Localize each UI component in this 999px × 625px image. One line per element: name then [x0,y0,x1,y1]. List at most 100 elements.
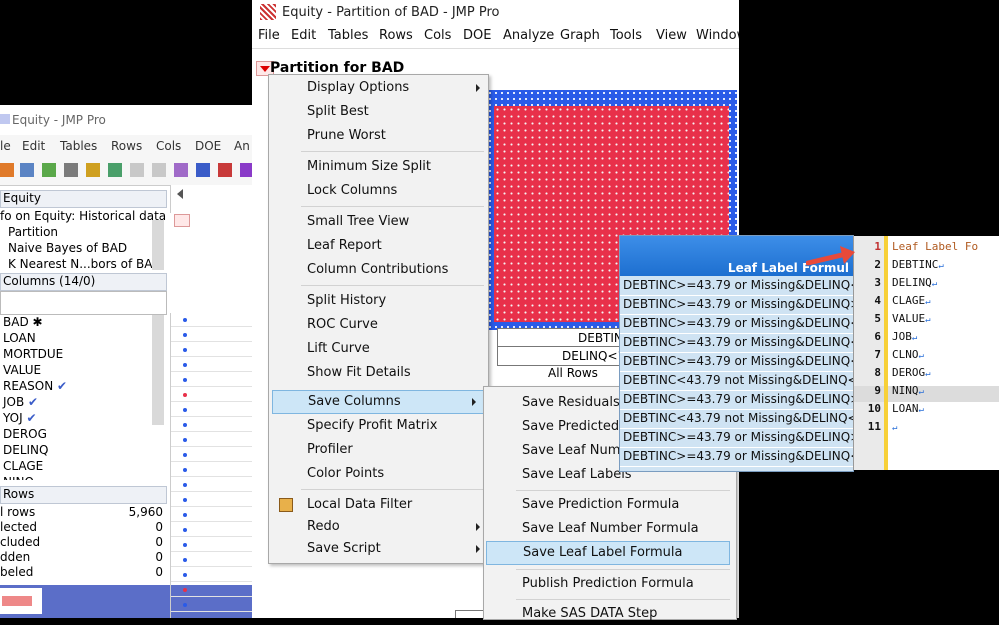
column-item[interactable]: MORTDUE [3,346,67,362]
table-cell[interactable]: DEBTINC>=43.79 or Missing&DELINQ<1 or [620,276,853,296]
menu-save-leaf-number-formula[interactable]: Save Leaf Number Formula [484,518,736,540]
menu-doe[interactable]: DOE [195,139,221,153]
menu-rows[interactable]: Rows [379,28,413,43]
collapse-arrow-icon[interactable] [177,189,183,199]
menu-specify-profit-matrix[interactable]: Specify Profit Matrix [269,415,488,437]
row-marker-dot[interactable] [183,468,187,472]
table-icon[interactable] [20,163,34,177]
menu-file[interactable]: File [258,28,280,43]
script-knn[interactable]: K Nearest N...bors of BAD [0,256,166,272]
row-marker-dot[interactable] [183,483,187,487]
menu-file[interactable]: le [0,139,11,153]
row-marker-dot[interactable] [183,528,187,532]
menu-cols[interactable]: Cols [156,139,181,153]
menu-doe[interactable]: DOE [463,28,491,43]
menu-tables[interactable]: Tables [328,28,368,43]
code-line[interactable]: DEBTINC↵ [892,258,944,271]
code-line[interactable]: ↵ [892,420,897,433]
menu-cols[interactable]: Cols [424,28,451,43]
table-cell[interactable]: DEBTINC>=43.79 or Missing&DELINQ>=1 [620,390,853,410]
menu-tools[interactable]: Tools [610,28,642,43]
thumbnail-preview[interactable] [0,588,42,614]
code-line[interactable]: LOAN↵ [892,402,924,415]
row-marker-dot[interactable] [183,513,187,517]
menu-column-contributions[interactable]: Column Contributions [269,259,488,281]
row-marker-dot[interactable] [183,423,187,427]
menu-split-best[interactable]: Split Best [269,101,488,123]
menu-edit[interactable]: Edit [291,28,316,43]
menu-minimum-size-split[interactable]: Minimum Size Split [269,156,488,178]
row-marker-dot[interactable] [183,408,187,412]
table-info-item[interactable]: fo on Equity: Historical data [0,208,166,224]
column-item[interactable]: DELINQ [3,442,67,458]
menu-analyze[interactable]: Analyze [503,28,554,43]
rows-icon[interactable] [42,163,56,177]
row-marker-dot[interactable] [183,333,187,337]
column-item[interactable]: NINQ [3,474,67,480]
code-line[interactable]: DELINQ↵ [892,276,937,289]
table-cell[interactable]: DEBTINC>=43.79 or Missing&DELINQ<1 or [620,447,853,467]
column-item[interactable]: CLAGE [3,458,67,474]
menu-profiler[interactable]: Profiler [269,439,488,461]
table-cell[interactable]: DEBTINC<43.79 not Missing&DELINQ<1 or [620,409,853,429]
menu-roc-curve[interactable]: ROC Curve [269,314,488,336]
menu-save-columns[interactable]: Save Columns [272,390,485,414]
menu-save-prediction-formula[interactable]: Save Prediction Formula [484,494,736,516]
script-icon[interactable] [174,163,188,177]
menu-leaf-report[interactable]: Leaf Report [269,235,488,257]
columns-panel-header[interactable]: Columns (14/0) [0,273,167,291]
row-marker-dot[interactable] [183,363,187,367]
column-filter-box[interactable] [0,291,167,315]
code-line[interactable]: VALUE↵ [892,312,931,325]
menu-make-sas-data-step[interactable]: Make SAS DATA Step [484,603,736,625]
menu-view[interactable]: View [656,28,687,43]
table-cell[interactable]: DEBTINC>=43.79 or Missing&DELINQ>=1 [620,295,853,315]
tag-icon[interactable] [152,163,166,177]
column-item[interactable]: DEROG [3,426,67,442]
script-partition[interactable]: Partition [0,224,166,240]
column-item[interactable]: YOJ ✔ [3,410,67,426]
formula-icon[interactable] [86,163,100,177]
table-cell[interactable]: DEBTINC>=43.79 or Missing&DELINQ<1 or [620,333,853,353]
menu-publish-prediction-formula[interactable]: Publish Prediction Formula [484,573,736,595]
row-marker-dot[interactable] [183,453,187,457]
menu-edit[interactable]: Edit [22,139,45,153]
menu-show-fit-details[interactable]: Show Fit Details [269,362,488,384]
row-marker-dot[interactable] [183,348,187,352]
menu-lift-curve[interactable]: Lift Curve [269,338,488,360]
row-marker-dot[interactable] [183,378,187,382]
menu-window[interactable]: Window [696,28,739,43]
row-marker-dot[interactable] [183,438,187,442]
code-line[interactable]: NINQ↵ [892,384,924,397]
column-item[interactable]: REASON ✔ [3,378,67,394]
column-item[interactable]: VALUE [3,362,67,378]
code-line[interactable]: CLNO↵ [892,348,924,361]
menu-prune-worst[interactable]: Prune Worst [269,125,488,147]
table-cell[interactable]: DEBTINC>=43.79 or Missing&DELINQ<1 or [620,314,853,334]
script-naive-bayes[interactable]: Naive Bayes of BAD [0,240,166,256]
grid-icon[interactable] [196,163,210,177]
code-line[interactable]: CLAGE↵ [892,294,931,307]
row-marker-dot[interactable] [183,588,187,592]
edit-icon[interactable] [130,163,144,177]
row-marker-dot[interactable] [183,558,187,562]
menu-save-leaf-label-formula[interactable]: Save Leaf Label Formula [486,541,730,565]
table-cell[interactable]: DEBTINC>=43.79 or Missing&DELINQ>=1 [620,428,853,448]
table-cell[interactable]: DEBTINC<43.79 not Missing&DELINQ<1 or [620,371,853,391]
rows-panel-header[interactable]: Rows [0,486,167,504]
menu-small-tree-view[interactable]: Small Tree View [269,211,488,233]
menu-graph[interactable]: Graph [560,28,600,43]
tab-icon[interactable] [218,163,232,177]
column-item[interactable]: BAD ✱ [3,314,67,330]
row-marker-dot[interactable] [183,543,187,547]
menu-tables[interactable]: Tables [60,139,97,153]
menu-split-history[interactable]: Split History [269,290,488,312]
row-marker-dot[interactable] [183,498,187,502]
column-item[interactable]: LOAN [3,330,67,346]
table-panel-header[interactable]: Equity [0,190,167,208]
filter-icon[interactable] [108,163,122,177]
open-icon[interactable] [0,163,14,177]
row-marker-dot[interactable] [183,393,187,397]
menu-rows[interactable]: Rows [111,139,142,153]
columns-scrollbar[interactable] [152,315,164,425]
